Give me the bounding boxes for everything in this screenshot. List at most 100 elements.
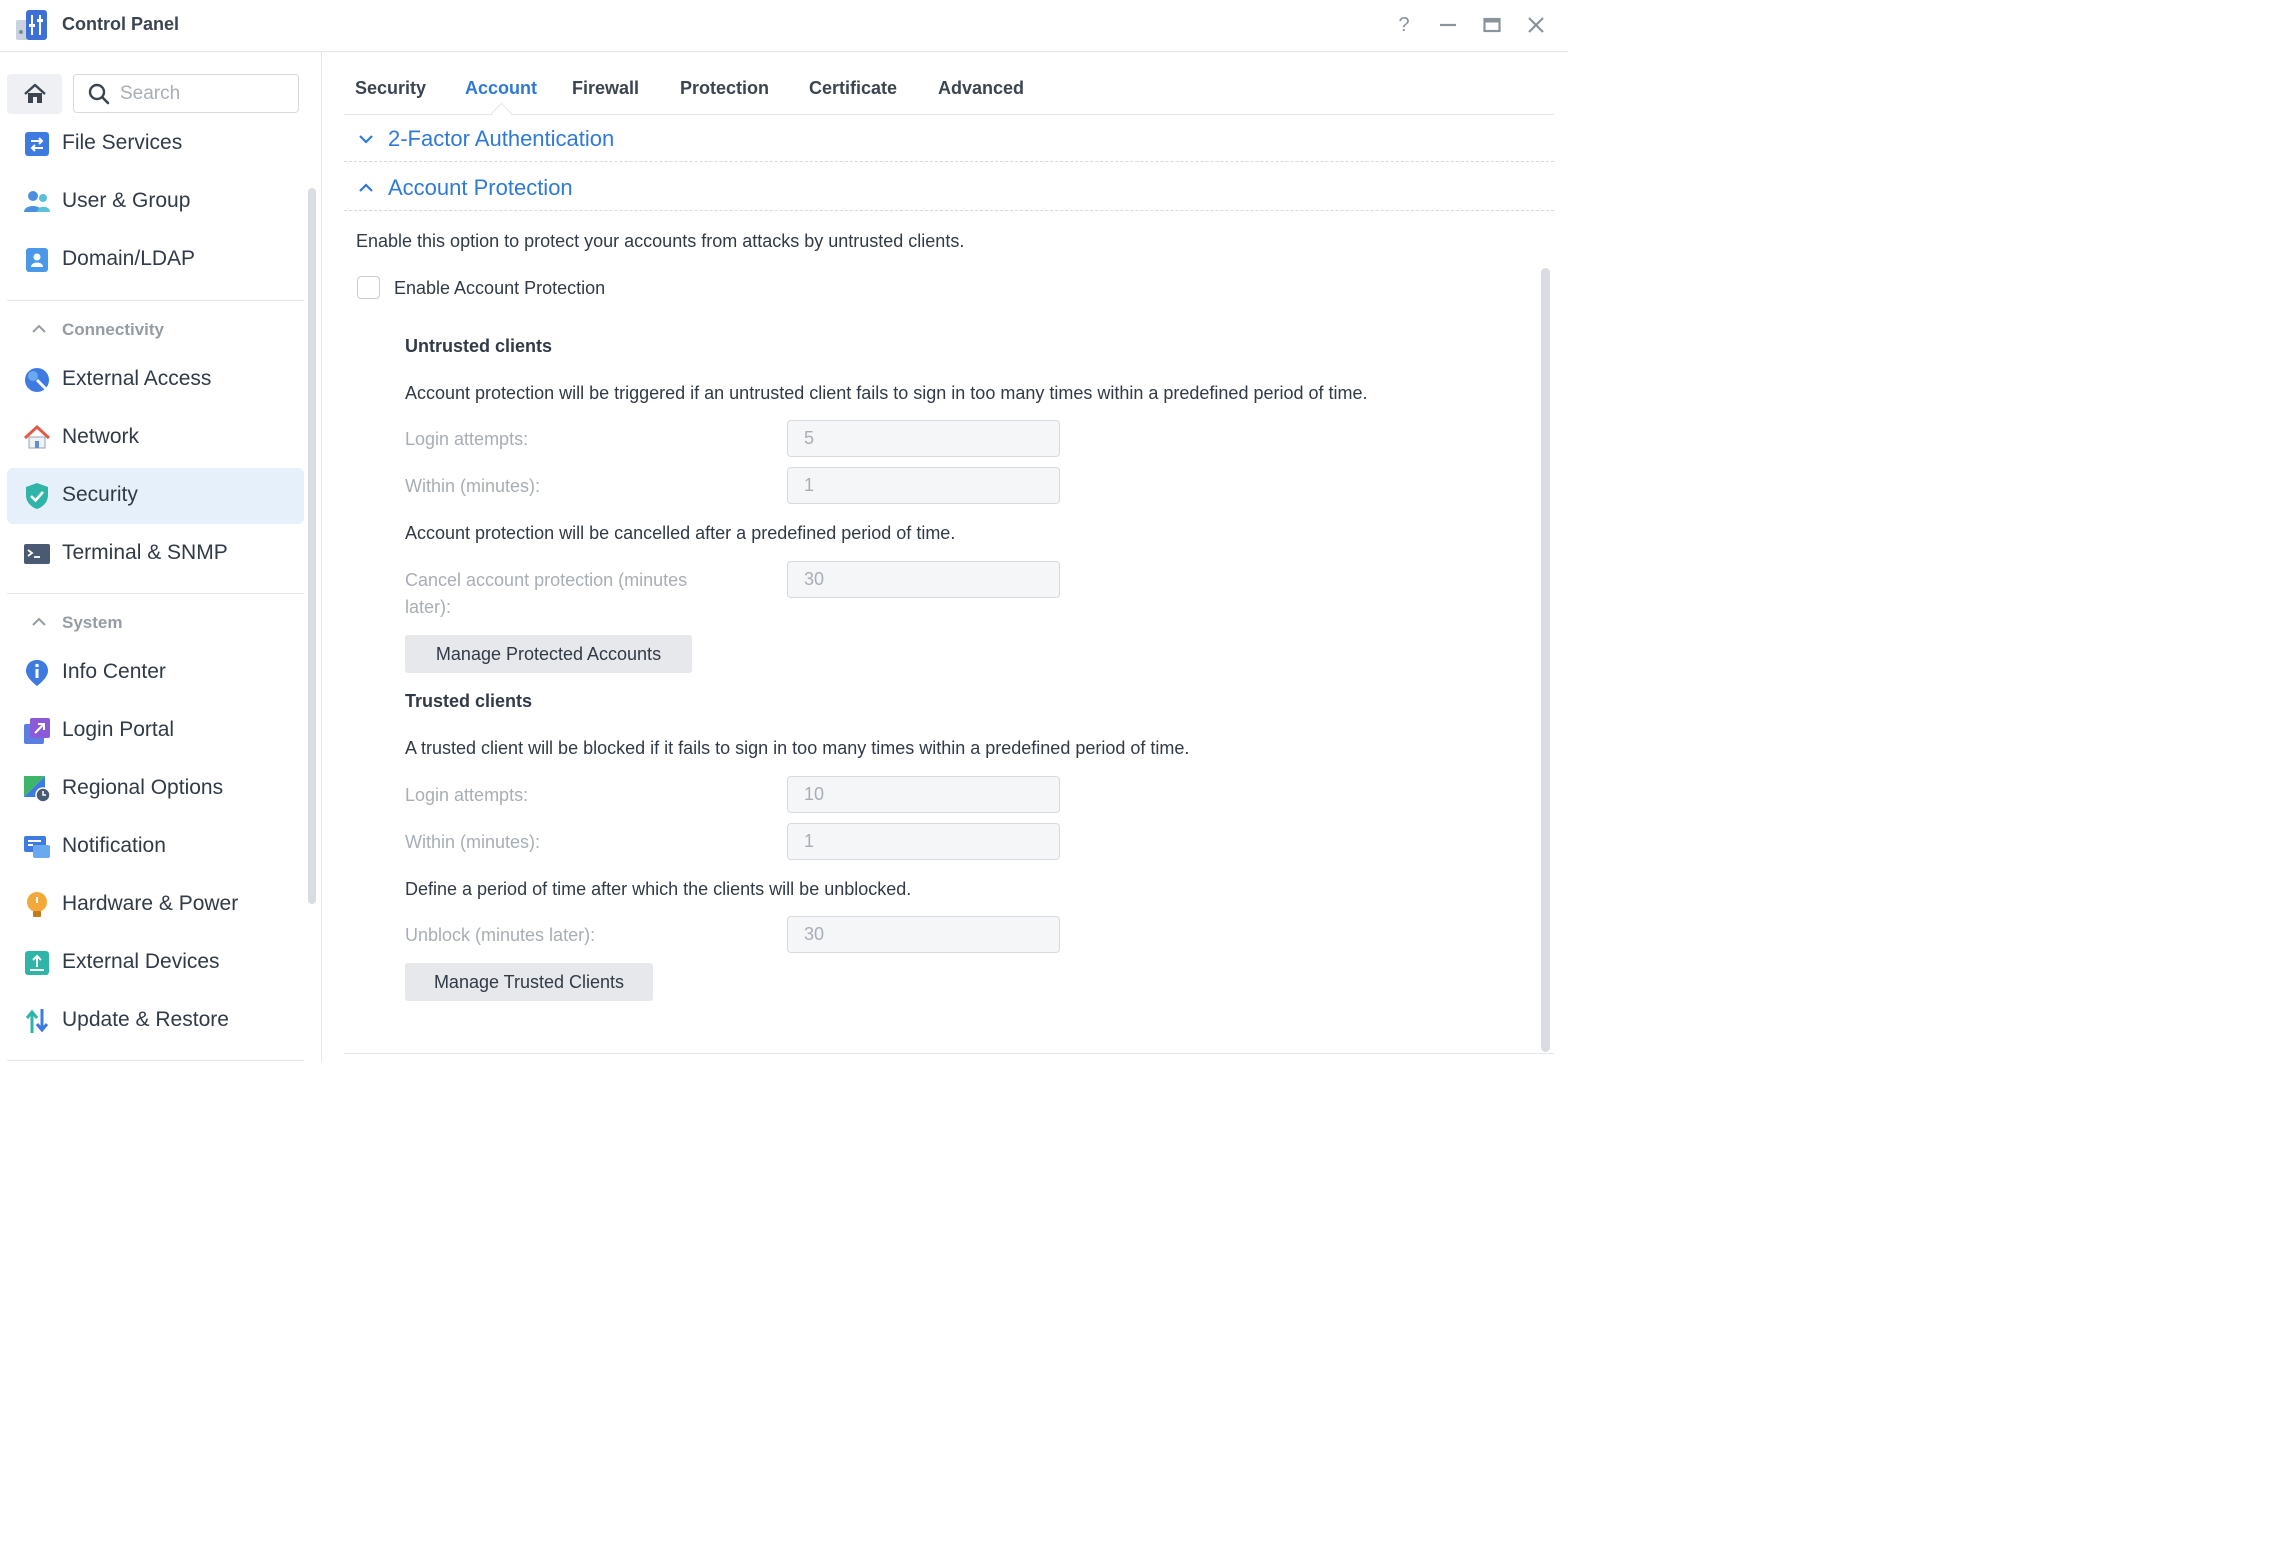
trusted-clients-description: A trusted client will be blocked if it f… [405,738,1190,758]
sidebar-item-label: Info Center [62,660,166,683]
cancel-protection-label-line2: later): [405,597,452,617]
sidebar-item-label: External Devices [62,950,220,973]
content-scrollbar[interactable] [1541,268,1550,1052]
enable-account-protection-checkbox[interactable] [357,276,380,299]
chevron-up-icon [359,183,373,192]
enable-account-protection-label[interactable]: Enable Account Protection [394,278,605,299]
user-group-icon [24,191,50,212]
sidebar-item-login-portal[interactable]: Login Portal [7,703,304,759]
sidebar-item-update-restore[interactable]: Update & Restore [7,993,304,1049]
tab-advanced[interactable]: Advanced [938,78,1024,99]
external-access-icon [25,368,49,392]
manage-trusted-clients-button[interactable]: Manage Trusted Clients [405,963,653,1001]
cancel-protection-minutes-field[interactable] [787,561,1060,598]
sidebar-item-label: Regional Options [62,776,224,799]
sidebar-item-info-center[interactable]: Info Center [7,645,304,701]
sidebar-item-label: Login Portal [62,718,175,741]
title-bar: Control Panel ? [0,0,1568,52]
file-services-icon [25,132,49,156]
untrusted-cancel-description: Account protection will be cancelled aft… [405,523,956,543]
tab-account[interactable]: Account [465,78,537,99]
network-icon [23,424,51,449]
trusted-within-minutes-field[interactable] [787,823,1060,860]
section-account-protection[interactable]: Account Protection [344,164,1554,211]
sidebar-item-external-access[interactable]: External Access [7,352,304,408]
control-panel-icon [16,10,47,40]
untrusted-clients-heading: Untrusted clients [405,336,553,356]
notification-icon [24,836,50,858]
sidebar-item-label: Security [62,483,138,506]
home-button[interactable] [7,74,62,114]
sidebar-divider [7,593,304,594]
tab-certificate[interactable]: Certificate [809,78,897,99]
window-title: Control Panel [62,14,180,34]
chevron-up-icon [32,617,46,626]
external-devices-icon [25,951,49,975]
sidebar-group-label: System [62,613,123,632]
sidebar-divider [7,1060,304,1061]
sidebar-item-label: Domain/LDAP [62,247,196,270]
sidebar: File Services User & Group Domain/LDAP C… [0,52,322,1062]
sidebar-item-label: Hardware & Power [62,892,239,915]
login-portal-icon [24,718,50,744]
unblock-minutes-label: Unblock (minutes later): [405,925,596,945]
domain-ldap-icon [26,248,48,272]
trusted-login-attempts-field[interactable] [787,776,1060,813]
sidebar-item-label: User & Group [62,189,191,212]
unblock-minutes-field[interactable] [787,916,1060,953]
close-icon[interactable] [1523,12,1549,38]
untrusted-clients-description: Account protection will be triggered if … [405,383,1368,403]
home-icon [23,83,46,103]
sidebar-group-connectivity[interactable]: Connectivity [7,310,304,350]
security-shield-icon [26,483,48,509]
account-protection-intro: Enable this option to protect your accou… [356,231,965,251]
sidebar-item-label: External Access [62,367,212,390]
tab-protection[interactable]: Protection [680,78,769,99]
sidebar-item-label: Notification [62,834,166,857]
sidebar-item-label: Terminal & SNMP [62,541,228,564]
untrusted-within-minutes-label: Within (minutes): [405,476,541,496]
sidebar-item-label: Update & Restore [62,1008,229,1031]
content-bottom-divider [344,1053,1554,1054]
search-box[interactable] [73,74,299,113]
sidebar-item-domain-ldap[interactable]: Domain/LDAP [7,232,304,288]
chevron-up-icon [32,324,46,333]
terminal-icon [24,544,50,564]
trusted-within-minutes-label: Within (minutes): [405,832,541,852]
tab-security[interactable]: Security [355,78,426,99]
maximize-icon[interactable] [1479,12,1505,38]
help-icon[interactable]: ? [1391,12,1417,38]
untrusted-login-attempts-field[interactable] [787,420,1060,457]
trusted-login-attempts-label: Login attempts: [405,785,529,805]
trusted-unblock-description: Define a period of time after which the … [405,879,912,899]
sidebar-scrollbar[interactable] [308,188,316,904]
section-title: Account Protection [388,175,573,200]
sidebar-item-security[interactable]: Security [7,468,304,524]
sidebar-item-external-devices[interactable]: External Devices [7,935,304,991]
sidebar-item-network[interactable]: Network [7,410,304,466]
sidebar-item-notification[interactable]: Notification [7,819,304,875]
hardware-power-icon [27,892,47,917]
section-two-factor-authentication[interactable]: 2-Factor Authentication [344,115,1554,162]
sidebar-group-system[interactable]: System [7,603,304,643]
section-title: 2-Factor Authentication [388,126,615,151]
sidebar-item-regional-options[interactable]: Regional Options [7,761,304,817]
tab-firewall[interactable]: Firewall [572,78,639,99]
sidebar-item-terminal-snmp[interactable]: Terminal & SNMP [7,526,304,582]
untrusted-login-attempts-label: Login attempts: [405,429,529,449]
search-input[interactable] [118,81,292,107]
trusted-clients-heading: Trusted clients [405,691,533,711]
sidebar-divider [7,300,304,301]
sidebar-item-file-services[interactable]: File Services [7,116,304,172]
regional-options-icon [24,776,51,803]
sidebar-item-label: File Services [62,131,183,154]
sidebar-item-user-group[interactable]: User & Group [7,174,304,230]
update-restore-icon [25,1009,49,1033]
info-icon [26,660,48,686]
tab-bar: Security Account Firewall Protection Cer… [344,52,1554,115]
minimize-icon[interactable] [1435,12,1461,38]
search-icon [88,83,110,105]
untrusted-within-minutes-field[interactable] [787,467,1060,504]
sidebar-item-hardware-power[interactable]: Hardware & Power [7,877,304,933]
manage-protected-accounts-button[interactable]: Manage Protected Accounts [405,635,692,673]
